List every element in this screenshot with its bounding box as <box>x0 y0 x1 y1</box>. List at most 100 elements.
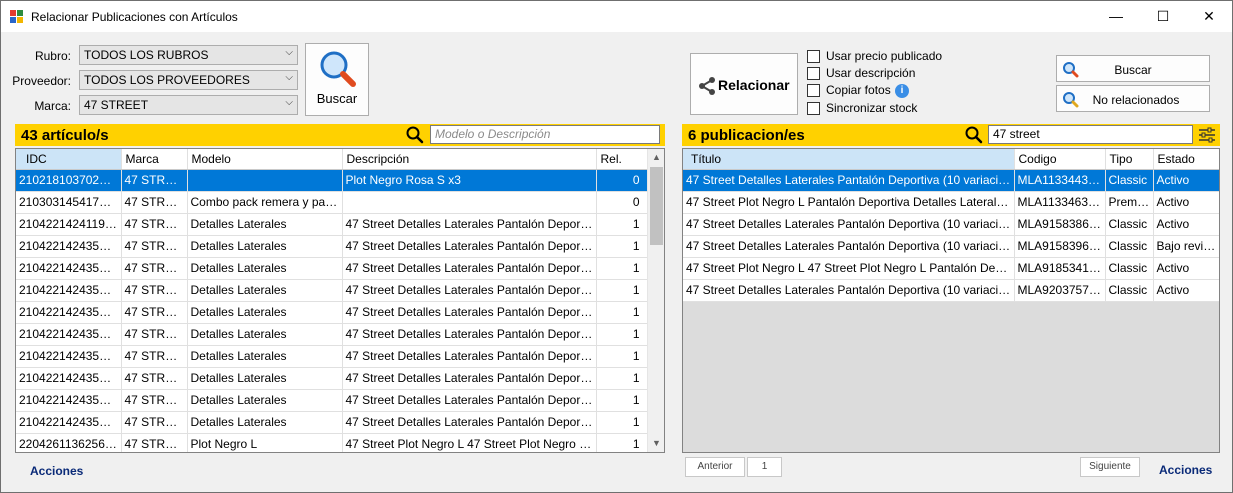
cell-marca[interactable]: 47 STREET <box>121 235 188 258</box>
cell-descripcion[interactable]: 47 Street Detalles Laterales Pantalón De… <box>342 257 597 280</box>
cell-codigo[interactable]: MLA915839666 <box>1014 235 1106 258</box>
cell-tipo[interactable]: Classic <box>1105 279 1154 302</box>
cell-modelo[interactable]: Detalles Laterales <box>187 411 343 434</box>
usar-precio-checkbox[interactable]: Usar precio publicado <box>807 49 957 65</box>
search-icon[interactable] <box>406 126 424 144</box>
table-row[interactable]: 47 Street Plot Negro L 47 Street Plot Ne… <box>683 257 1219 280</box>
column-header-codigo[interactable]: Codigo <box>1014 149 1106 170</box>
table-row[interactable]: 47 Street Detalles Laterales Pantalón De… <box>683 279 1219 302</box>
cell-codigo[interactable]: MLA918534179 <box>1014 257 1106 280</box>
cell-tipo[interactable]: Classic <box>1105 169 1154 192</box>
cell-idc[interactable]: 2102181037025710 <box>16 169 122 192</box>
maximize-button[interactable]: ☐ <box>1140 1 1186 32</box>
cell-rel[interactable]: 1 <box>596 411 649 434</box>
cell-marca[interactable]: 47 STREET <box>121 411 188 434</box>
table-row[interactable]: 2104221424352676 47 STREET Detalles Latera… <box>16 367 649 390</box>
column-header-tipo[interactable]: Tipo <box>1105 149 1154 170</box>
cell-modelo[interactable]: Detalles Laterales <box>187 257 343 280</box>
marca-select[interactable]: 47 STREET ⌵ <box>79 95 298 115</box>
cell-rel[interactable]: 1 <box>596 433 649 452</box>
cell-rel[interactable]: 1 <box>596 367 649 390</box>
cell-descripcion[interactable]: 47 Street Detalles Laterales Pantalón De… <box>342 213 597 236</box>
cell-idc[interactable]: 2103031454177942 <box>16 191 122 214</box>
cell-marca[interactable]: 47 STREET <box>121 213 188 236</box>
cell-codigo[interactable]: MLA1133443528 <box>1014 169 1106 192</box>
column-header-titulo[interactable]: Título <box>683 149 1015 170</box>
cell-idc[interactable]: 2104221424357483 <box>16 323 122 346</box>
cell-descripcion[interactable]: 47 Street Detalles Laterales Pantalón De… <box>342 323 597 346</box>
cell-modelo[interactable]: Detalles Laterales <box>187 213 343 236</box>
column-header-descripcion[interactable]: Descripción <box>342 149 597 170</box>
cell-marca[interactable]: 47 STREET <box>121 345 188 368</box>
checkbox-box[interactable] <box>807 67 820 80</box>
cell-titulo[interactable]: 47 Street Detalles Laterales Pantalón De… <box>683 169 1015 192</box>
cell-descripcion[interactable]: 47 Street Plot Negro L 47 Street Plot Ne… <box>342 433 597 452</box>
column-header-estado[interactable]: Estado <box>1153 149 1219 170</box>
checkbox-box[interactable] <box>807 84 820 97</box>
search-icon[interactable] <box>965 126 983 144</box>
cell-descripcion[interactable]: 47 Street Detalles Laterales Pantalón De… <box>342 235 597 258</box>
cell-modelo[interactable]: Plot Negro L <box>187 433 343 452</box>
column-header-modelo[interactable]: Modelo <box>187 149 343 170</box>
table-row[interactable]: 2204261136256301 47 STREET Plot Negro L 47 … <box>16 433 649 452</box>
copiar-fotos-checkbox[interactable]: Copiar fotos i <box>807 83 957 99</box>
cell-modelo[interactable]: Detalles Laterales <box>187 323 343 346</box>
cell-estado[interactable]: Activo <box>1153 191 1219 214</box>
cell-rel[interactable]: 1 <box>596 257 649 280</box>
sincronizar-stock-checkbox[interactable]: Sincronizar stock <box>807 101 957 117</box>
cell-titulo[interactable]: 47 Street Detalles Laterales Pantalón De… <box>683 213 1015 236</box>
cell-rel[interactable]: 1 <box>596 213 649 236</box>
column-header-marca[interactable]: Marca <box>121 149 188 170</box>
cell-rel[interactable]: 1 <box>596 345 649 368</box>
buscar-publicaciones-button[interactable]: Buscar <box>1056 55 1210 82</box>
cell-marca[interactable]: 47 STREET <box>121 301 188 324</box>
table-row[interactable]: 2104221424358637 47 STREET Detalles Latera… <box>16 411 649 434</box>
column-header-idc[interactable]: IDC <box>16 149 122 170</box>
cell-modelo[interactable]: Detalles Laterales <box>187 367 343 390</box>
rubro-select[interactable]: TODOS LOS RUBROS ⌵ <box>79 45 298 65</box>
cell-rel[interactable]: 0 <box>596 169 649 192</box>
scroll-up-icon[interactable]: ▲ <box>648 149 664 166</box>
cell-descripcion[interactable]: 47 Street Detalles Laterales Pantalón De… <box>342 389 597 412</box>
table-row[interactable]: 2103031454177942 47 STREET Combo pack reme… <box>16 191 649 214</box>
cell-estado[interactable]: Bajo revisión <box>1153 235 1219 258</box>
cell-idc[interactable]: 2104221424358696 <box>16 389 122 412</box>
cell-marca[interactable]: 47 STREET <box>121 257 188 280</box>
table-row[interactable]: 2104221424119702 47 STREET Detalles Latera… <box>16 213 649 236</box>
table-row[interactable]: 47 Street Detalles Laterales Pantalón De… <box>683 169 1219 192</box>
cell-descripcion[interactable]: Plot Negro Rosa S x3 <box>342 169 597 192</box>
cell-idc[interactable]: 2104221424351751 <box>16 279 122 302</box>
table-row[interactable]: 47 Street Detalles Laterales Pantalón De… <box>683 235 1219 258</box>
table-row[interactable]: 2104221424359081 47 STREET Detalles Latera… <box>16 301 649 324</box>
cell-modelo[interactable]: Detalles Laterales <box>187 301 343 324</box>
buscar-articulos-button[interactable]: Buscar <box>305 43 369 116</box>
filter-sliders-icon[interactable] <box>1198 127 1216 143</box>
cell-marca[interactable]: 47 STREET <box>121 323 188 346</box>
cell-tipo[interactable]: Classic <box>1105 213 1154 236</box>
cell-titulo[interactable]: 47 Street Detalles Laterales Pantalón De… <box>683 235 1015 258</box>
table-row[interactable]: 2104221424357483 47 STREET Detalles Latera… <box>16 323 649 346</box>
cell-tipo[interactable]: Classic <box>1105 235 1154 258</box>
table-row[interactable]: 47 Street Plot Negro L Pantalón Deportiv… <box>683 191 1219 214</box>
cell-modelo[interactable] <box>187 169 343 192</box>
articles-scrollbar[interactable]: ▲ ▼ <box>647 149 664 452</box>
cell-rel[interactable]: 1 <box>596 323 649 346</box>
cell-descripcion[interactable]: 47 Street Detalles Laterales Pantalón De… <box>342 367 597 390</box>
cell-tipo[interactable]: Classic <box>1105 257 1154 280</box>
cell-descripcion[interactable]: 47 Street Detalles Laterales Pantalón De… <box>342 411 597 434</box>
cell-estado[interactable]: Activo <box>1153 169 1219 192</box>
cell-marca[interactable]: 47 STREET <box>121 279 188 302</box>
cell-marca[interactable]: 47 STREET <box>121 367 188 390</box>
no-relacionados-button[interactable]: No relacionados <box>1056 85 1210 112</box>
cell-codigo[interactable]: MLA920375786 <box>1014 279 1106 302</box>
table-row[interactable]: 2104221424359177 47 STREET Detalles Latera… <box>16 235 649 258</box>
cell-modelo[interactable]: Detalles Laterales <box>187 345 343 368</box>
proveedor-select[interactable]: TODOS LOS PROVEEDORES ⌵ <box>79 70 298 90</box>
cell-codigo[interactable]: MLA1133463713 <box>1014 191 1106 214</box>
cell-titulo[interactable]: 47 Street Plot Negro L 47 Street Plot Ne… <box>683 257 1015 280</box>
scroll-down-icon[interactable]: ▼ <box>648 435 664 452</box>
cell-marca[interactable]: 47 STREET <box>121 191 188 214</box>
checkbox-box[interactable] <box>807 102 820 115</box>
cell-rel[interactable]: 1 <box>596 279 649 302</box>
cell-descripcion[interactable] <box>342 191 597 214</box>
